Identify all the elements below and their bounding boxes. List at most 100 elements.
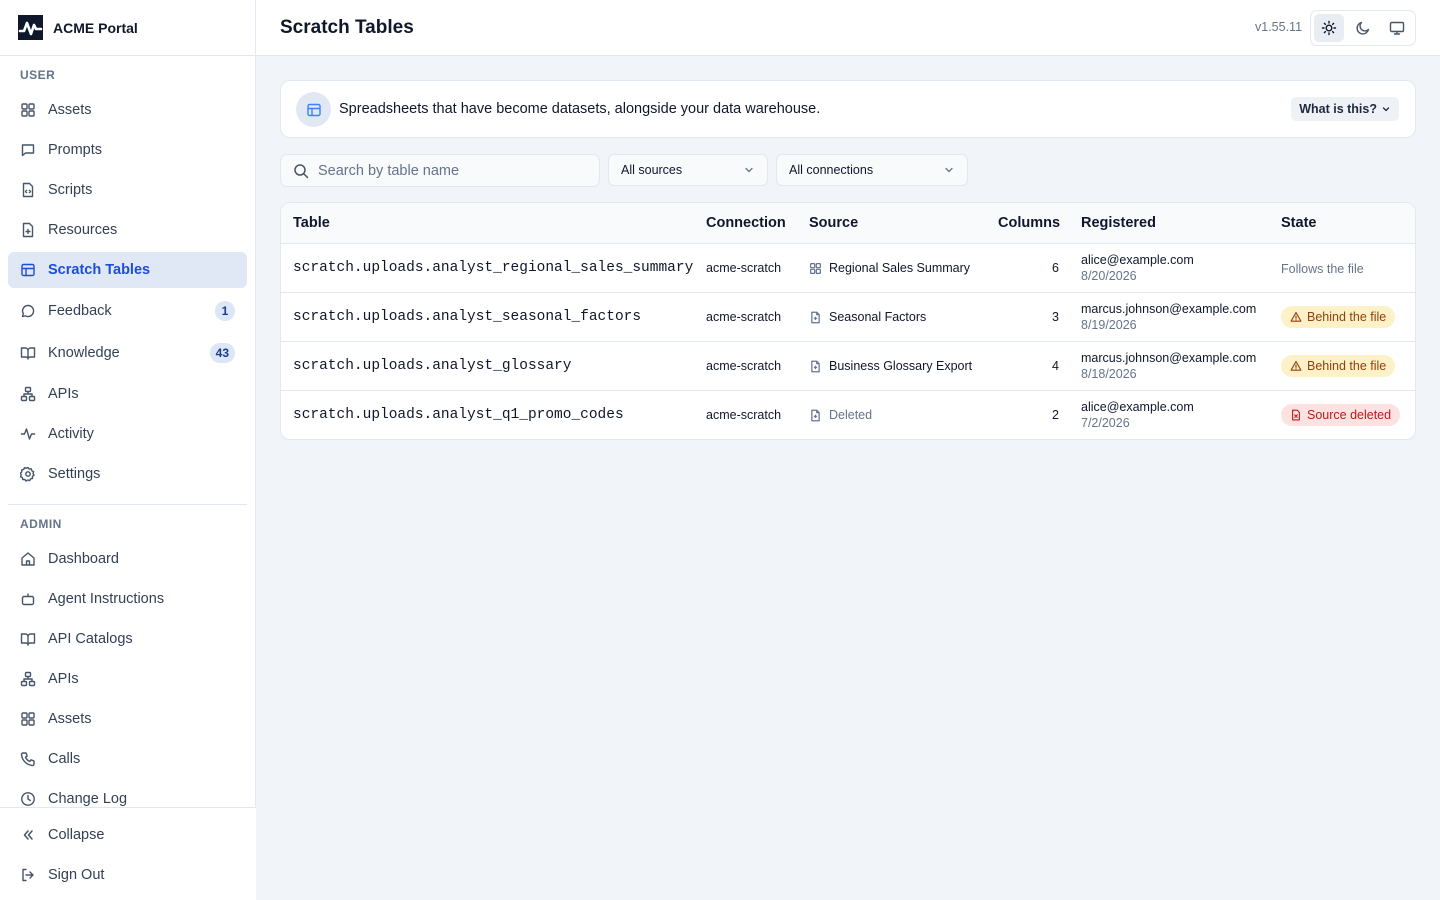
header-columns[interactable]: Columns [998,215,1060,231]
dark-theme-button[interactable] [1348,14,1378,42]
sidebar-item-feedback[interactable]: Feedback 1 [8,293,247,329]
connection-cell: acme-scratch [706,359,782,373]
sidebar-item-activity[interactable]: Activity [8,416,247,452]
sign-out-button[interactable]: Sign Out [8,857,247,893]
state-text: Source deleted [1307,408,1392,422]
registered-cell: alice@example.com 8/20/2026 [1081,253,1194,283]
network-icon [20,386,36,402]
table-name[interactable]: scratch.uploads.analyst_seasonal_factors [293,309,641,325]
table-row[interactable]: scratch.uploads.analyst_regional_sales_s… [281,244,1415,293]
sidebar-item-label: Assets [48,711,92,727]
sidebar-item-settings[interactable]: Settings [8,456,247,492]
table-name[interactable]: scratch.uploads.analyst_glossary [293,358,571,374]
collapse-label: Collapse [48,827,105,843]
sidebar-item-admin-apis[interactable]: APIs [8,661,247,697]
source-name: Business Glossary Export [829,359,973,373]
header-table[interactable]: Table [293,215,330,231]
sidebar-item-label: Knowledge [48,345,120,361]
sidebar-item-label: Settings [48,466,101,482]
message-circle-icon [20,303,36,319]
sun-icon [1321,20,1337,36]
grid-icon [20,711,36,727]
clock-icon [20,791,36,807]
registered-email: alice@example.com [1081,253,1194,267]
chevron-down-icon [1381,104,1391,114]
header-registered[interactable]: Registered [1081,215,1156,231]
table-name[interactable]: scratch.uploads.analyst_regional_sales_s… [293,260,693,276]
sidebar-item-apis[interactable]: APIs [8,376,247,412]
sidebar-item-label: Scratch Tables [48,262,151,278]
what-is-this-label: What is this? [1299,102,1377,116]
header-connection[interactable]: Connection [706,215,786,231]
sidebar-item-dashboard[interactable]: Dashboard [8,541,247,577]
what-is-this-button[interactable]: What is this? [1291,97,1399,121]
gear-icon [20,466,36,482]
source-cell: Deleted [809,408,872,422]
sidebar-item-prompts[interactable]: Prompts [8,132,247,168]
sidebar-item-label: Agent Instructions [48,591,165,607]
banner-text: Spreadsheets that have become datasets, … [339,101,821,117]
search-input[interactable] [318,162,588,179]
activity-icon [20,426,36,442]
sidebar-item-label: Resources [48,222,118,238]
header-source[interactable]: Source [809,215,858,231]
behind-the-file-badge: Behind the file [1281,355,1396,377]
connections-select-value: All connections [789,163,874,177]
file-icon [809,311,822,324]
sidebar-item-knowledge[interactable]: Knowledge 43 [8,335,247,371]
source-cell[interactable]: Regional Sales Summary [809,261,970,275]
columns-cell: 6 [1052,261,1059,275]
state-text: Follows the file [1281,262,1364,276]
sources-select[interactable]: All sources [608,154,768,186]
sidebar-item-assets[interactable]: Assets [8,92,247,128]
collapse-button[interactable]: Collapse [8,817,247,853]
table-row[interactable]: scratch.uploads.analyst_seasonal_factors… [281,293,1415,342]
book-open-icon [20,345,36,361]
log-out-icon [20,867,36,883]
knowledge-count-badge: 43 [209,343,235,363]
top-bar: Scratch Tables v1.55.11 [256,0,1440,56]
source-deleted-badge: Source deleted [1281,404,1401,426]
columns-cell: 3 [1052,310,1059,324]
source-cell[interactable]: Business Glossary Export [809,359,972,373]
sidebar-item-resources[interactable]: Resources [8,212,247,248]
registered-cell: marcus.johnson@example.com 8/18/2026 [1081,351,1256,381]
info-banner: Spreadsheets that have become datasets, … [280,80,1416,138]
scratch-tables-table: Table Connection Source Columns Register… [280,202,1416,440]
sidebar-divider [8,504,247,505]
search-icon [293,163,309,179]
system-theme-button[interactable] [1382,14,1412,42]
sidebar-item-scripts[interactable]: Scripts [8,172,247,208]
source-name: Deleted [829,408,873,422]
file-icon [809,409,822,422]
sidebar-item-label: Assets [48,102,92,118]
header-state[interactable]: State [1281,215,1316,231]
behind-the-file-badge: Behind the file [1281,306,1396,328]
table-name[interactable]: scratch.uploads.analyst_q1_promo_codes [293,407,624,423]
source-cell[interactable]: Seasonal Factors [809,310,926,324]
chevrons-left-icon [20,827,36,843]
connection-cell: acme-scratch [706,261,782,275]
table-header: Table Connection Source Columns Register… [281,203,1415,244]
page-title: Scratch Tables [280,17,414,38]
sidebar-item-label: Calls [48,751,81,767]
file-icon [809,360,822,373]
connection-cell: acme-scratch [706,408,782,422]
light-theme-button[interactable] [1314,14,1344,42]
sidebar-item-admin-assets[interactable]: Assets [8,701,247,737]
theme-switcher [1310,10,1416,46]
connections-select[interactable]: All connections [776,154,968,186]
monitor-icon [1389,20,1405,36]
home-icon [20,551,36,567]
brand[interactable]: ACME Portal [0,0,255,56]
sidebar-item-scratch-tables[interactable]: Scratch Tables [8,252,247,288]
grid-icon [20,102,36,118]
sidebar-item-calls[interactable]: Calls [8,741,247,777]
search-box [280,154,600,187]
sidebar-item-api-catalogs[interactable]: API Catalogs [8,621,247,657]
table-row[interactable]: scratch.uploads.analyst_glossary acme-sc… [281,342,1415,391]
acme-logo-icon [18,15,43,40]
table-row[interactable]: scratch.uploads.analyst_q1_promo_codes a… [281,391,1415,439]
sidebar-item-agent-instructions[interactable]: Agent Instructions [8,581,247,617]
network-icon [20,671,36,687]
